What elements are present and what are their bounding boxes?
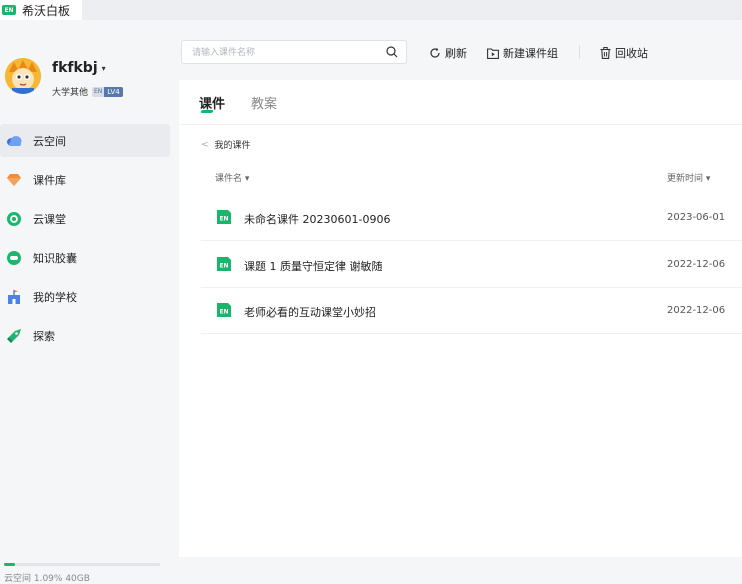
svg-text:EN: EN xyxy=(219,216,228,223)
courseware-file-icon: EN xyxy=(217,257,231,271)
user-meta: 大学其他 EN LV4 xyxy=(52,85,123,98)
new-course-group-button[interactable]: 新建课件组 xyxy=(487,45,558,61)
chevron-left-icon: < xyxy=(201,139,209,150)
storage-progress-fill xyxy=(4,563,15,566)
sidebar-nav: 云空间 课件库 云课堂 知识胶囊 我的学校 探索 xyxy=(0,124,179,358)
sidebar: fkfkbj ▾ 大学其他 EN LV4 云空间 课件库 云课堂 知识胶囊 我的… xyxy=(0,20,179,584)
trash-icon xyxy=(600,47,611,59)
storage-text: 云空间 1.09% 40GB xyxy=(4,574,90,584)
recycle-bin-label: 回收站 xyxy=(615,47,648,60)
breadcrumb-label: 我的课件 xyxy=(214,141,251,151)
table-row[interactable]: EN 未命名课件 20230601-0906 2023-06-01 xyxy=(201,194,742,241)
search-input[interactable] xyxy=(190,45,374,61)
table-row[interactable]: EN 老师必看的互动课堂小妙招 2022-12-06 xyxy=(201,287,742,334)
courseware-file-icon: EN xyxy=(217,210,231,224)
svg-text:EN: EN xyxy=(219,309,228,316)
storage-progress-bar xyxy=(4,563,160,566)
new-course-group-label: 新建课件组 xyxy=(503,47,558,60)
title-bar: EN 希沃白板 xyxy=(0,0,742,20)
breadcrumb[interactable]: < 我的课件 xyxy=(201,138,251,152)
sidebar-item-label: 我的学校 xyxy=(33,290,77,304)
sidebar-item-label: 云空间 xyxy=(33,134,66,148)
sidebar-item-label: 云课堂 xyxy=(33,212,66,226)
toolbar-divider xyxy=(579,45,580,59)
recycle-bin-button[interactable]: 回收站 xyxy=(600,45,648,61)
gem-icon xyxy=(6,172,22,188)
refresh-icon xyxy=(430,47,440,58)
row-date: 2023-06-01 xyxy=(667,212,726,223)
school-icon xyxy=(6,289,22,305)
username-row[interactable]: fkfkbj ▾ xyxy=(52,60,106,76)
caret-down-icon: ▾ xyxy=(101,63,106,73)
svg-text:EN: EN xyxy=(219,263,228,270)
app-title: 希沃白板 xyxy=(22,3,71,18)
row-name: 未命名课件 20230601-0906 xyxy=(244,213,391,226)
column-header-updated[interactable]: 更新时间 ▾ xyxy=(667,171,710,184)
refresh-button[interactable]: 刷新 xyxy=(429,45,467,61)
cloud-icon xyxy=(6,133,22,149)
row-name: 老师必看的互动课堂小妙招 xyxy=(244,306,376,319)
app-logo-icon: EN xyxy=(2,5,16,15)
toolbar: 刷新 新建课件组 回收站 xyxy=(179,20,742,80)
sidebar-item-cloud-space[interactable]: 云空间 xyxy=(0,124,170,157)
search-box xyxy=(181,40,407,64)
tab-active-indicator xyxy=(200,110,214,113)
rocket-icon xyxy=(6,328,22,344)
folder-play-icon xyxy=(487,47,499,59)
row-date: 2022-12-06 xyxy=(667,259,726,270)
cloud-class-icon xyxy=(6,211,22,227)
sidebar-item-label: 知识胶囊 xyxy=(33,251,77,265)
sidebar-item-label: 课件库 xyxy=(33,173,66,187)
search-icon[interactable] xyxy=(386,46,398,58)
sidebar-item-label: 探索 xyxy=(33,329,55,343)
sidebar-item-explore[interactable]: 探索 xyxy=(0,319,170,352)
table-row[interactable]: EN 课题 1 质量守恒定律 谢敏随 2022-12-06 xyxy=(201,241,742,288)
sidebar-item-cloud-class[interactable]: 云课堂 xyxy=(0,202,170,235)
sidebar-item-courseware-library[interactable]: 课件库 xyxy=(0,163,170,196)
user-org: 大学其他 xyxy=(52,88,89,98)
sidebar-item-my-school[interactable]: 我的学校 xyxy=(0,280,170,313)
sidebar-item-knowledge-capsule[interactable]: 知识胶囊 xyxy=(0,241,170,274)
tab-lesson-plan[interactable]: 教案 xyxy=(251,93,277,112)
main-panel: 课件 教案 < 我的课件 课件名 ▾ 更新时间 ▾ EN 未命名课件 20230… xyxy=(179,80,742,557)
en-badge: EN xyxy=(92,86,105,97)
courseware-file-icon: EN xyxy=(217,303,231,317)
content-tabs: 课件 教案 xyxy=(179,80,742,125)
level-badge: LV4 xyxy=(104,86,123,97)
avatar[interactable] xyxy=(5,58,41,94)
refresh-label: 刷新 xyxy=(445,47,467,60)
app-tab[interactable]: EN 希沃白板 xyxy=(0,0,82,20)
username: fkfkbj xyxy=(52,60,98,76)
column-header-name[interactable]: 课件名 ▾ xyxy=(215,171,249,184)
row-name: 课题 1 质量守恒定律 谢敏随 xyxy=(244,260,383,273)
row-date: 2022-12-06 xyxy=(667,305,726,316)
capsule-icon xyxy=(6,250,22,266)
avatar-image xyxy=(5,58,41,94)
